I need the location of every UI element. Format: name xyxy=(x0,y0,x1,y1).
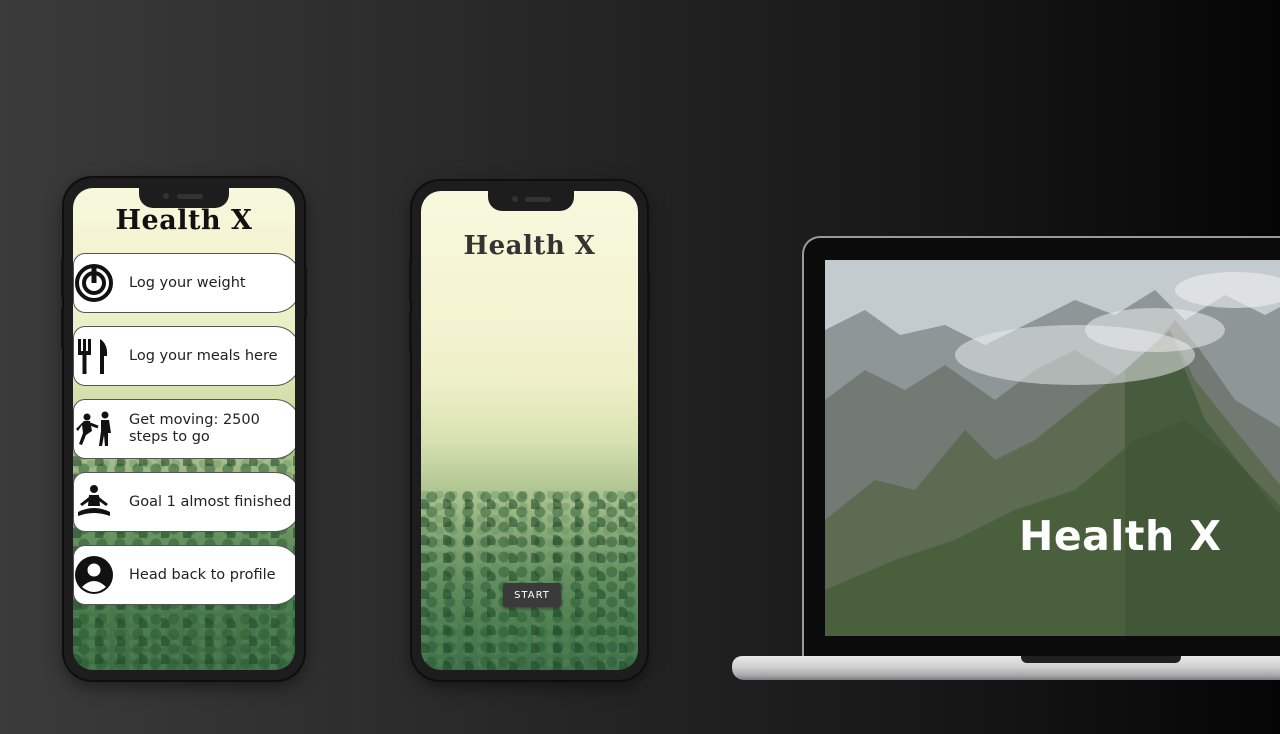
menu-item-label: Get moving: 2500 steps to go xyxy=(129,412,260,445)
laptop-screen: Health X xyxy=(825,260,1280,636)
menu-item-label: Log your meals here xyxy=(129,347,278,364)
app-title: Health X xyxy=(115,205,253,236)
menu-item-get-moving[interactable]: Get moving: 2500 steps to go xyxy=(73,399,295,459)
meditation-icon xyxy=(74,482,114,522)
start-button[interactable]: START xyxy=(503,583,561,607)
profile-icon xyxy=(74,555,114,595)
phone-splash-screen: Health X START xyxy=(421,191,638,670)
menu-item-goal[interactable]: Goal 1 almost finished xyxy=(73,472,295,532)
app-title: Health X xyxy=(463,231,596,261)
phone-splash-device: Health X START xyxy=(409,181,650,680)
menu-item-label: Log your weight xyxy=(129,274,246,291)
laptop-trackpad-notch xyxy=(1021,656,1181,663)
scale-icon xyxy=(74,263,114,303)
laptop-base xyxy=(732,656,1280,680)
menu-item-label: Goal 1 almost finished xyxy=(129,493,292,510)
exercise-people-icon xyxy=(74,409,114,449)
phone-menu-screen: Health X Log your weight Log your meals … xyxy=(73,188,295,670)
phone-menu-device: Health X Log your weight Log your meals … xyxy=(61,178,307,680)
mountain-background-image xyxy=(825,260,1280,636)
menu-item-log-weight[interactable]: Log your weight xyxy=(73,253,295,313)
menu-item-log-meals[interactable]: Log your meals here xyxy=(73,326,295,386)
menu-item-profile[interactable]: Head back to profile xyxy=(73,545,295,605)
fork-knife-icon xyxy=(74,336,114,376)
menu-item-label: Head back to profile xyxy=(129,566,276,583)
laptop-device: Health X xyxy=(804,238,1280,658)
laptop-app-title: Health X xyxy=(1019,512,1222,560)
